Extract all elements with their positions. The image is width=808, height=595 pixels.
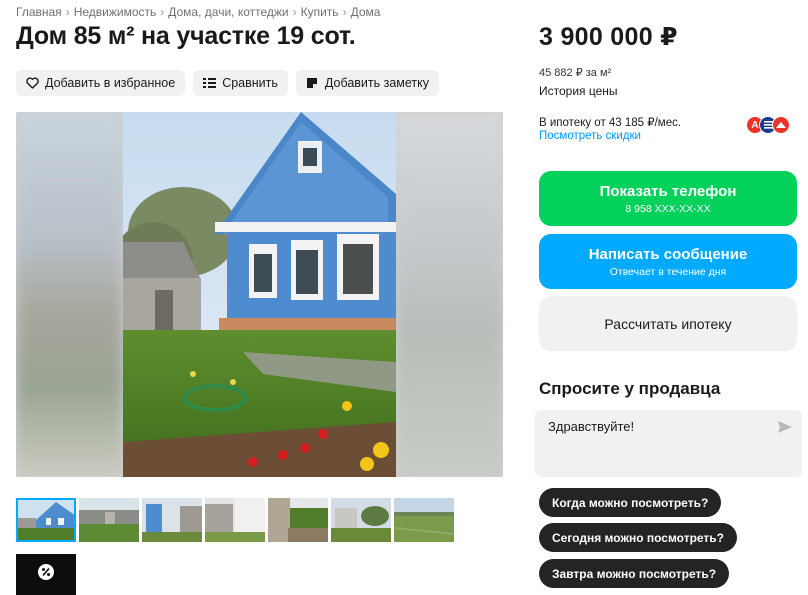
listing-actions: Добавить в избранное Сравнить Добавить з… bbox=[16, 70, 440, 96]
quick-question-chip[interactable]: Сегодня можно посмотреть? bbox=[539, 523, 738, 552]
breadcrumb-item-home[interactable]: Главная bbox=[16, 5, 62, 19]
price: 3 900 000 ₽ bbox=[539, 23, 678, 51]
write-message-label: Написать сообщение bbox=[588, 245, 748, 263]
add-to-favorites-button[interactable]: Добавить в избранное bbox=[16, 70, 186, 96]
quick-question-chip[interactable]: Когда можно посмотреть? bbox=[539, 488, 722, 517]
breadcrumb: Главная › Недвижимость › Дома, дачи, кот… bbox=[16, 5, 380, 19]
photo-gallery[interactable] bbox=[16, 112, 503, 477]
breadcrumb-item-houses[interactable]: Дома bbox=[351, 5, 381, 19]
breadcrumb-separator-icon: › bbox=[292, 5, 297, 19]
add-note-label: Добавить заметку bbox=[324, 76, 430, 90]
breadcrumb-item-buy[interactable]: Купить bbox=[301, 5, 339, 19]
write-message-button[interactable]: Написать сообщение Отвечает в течение дн… bbox=[539, 234, 797, 289]
reply-time-text: Отвечает в течение дня bbox=[609, 265, 727, 278]
compare-icon bbox=[203, 77, 217, 90]
thumbnail-7[interactable] bbox=[394, 498, 454, 542]
seller-message-value: Здравствуйте! bbox=[548, 419, 635, 434]
price-history-link[interactable]: История цены bbox=[539, 84, 618, 98]
breadcrumb-separator-icon: › bbox=[65, 5, 70, 19]
mortgage-text: В ипотеку от 43 185 ₽/мес. bbox=[539, 117, 682, 129]
thumbnail-1[interactable] bbox=[16, 498, 76, 542]
note-icon bbox=[306, 77, 319, 90]
thumbnail-5[interactable] bbox=[268, 498, 328, 542]
quick-question-chip[interactable]: Завтра можно посмотреть? bbox=[539, 559, 730, 588]
breadcrumb-item-realty[interactable]: Недвижимость bbox=[74, 5, 157, 19]
thumbnail-strip bbox=[16, 498, 454, 542]
breadcrumb-separator-icon: › bbox=[160, 5, 165, 19]
thumbnail-4[interactable] bbox=[205, 498, 265, 542]
gallery-blur-left bbox=[16, 112, 123, 477]
gallery-more-button[interactable] bbox=[16, 554, 76, 595]
page-title: Дом 85 м² на участке 19 сот. bbox=[16, 22, 356, 50]
add-note-button[interactable]: Добавить заметку bbox=[295, 70, 440, 96]
calculate-mortgage-button[interactable]: Рассчитать ипотеку bbox=[539, 296, 797, 351]
ask-seller-title: Спросите у продавца bbox=[539, 379, 721, 398]
show-phone-button[interactable]: Показать телефон 8 958 XXX-XX-XX bbox=[539, 171, 797, 226]
compare-button[interactable]: Сравнить bbox=[193, 70, 288, 96]
breadcrumb-separator-icon: › bbox=[342, 5, 347, 19]
phone-number-masked: 8 958 XXX-XX-XX bbox=[625, 202, 711, 215]
discounts-link[interactable]: Посмотреть скидки bbox=[539, 130, 641, 142]
price-per-m2: 45 882 ₽ за м² bbox=[539, 67, 612, 79]
show-phone-label: Показать телефон bbox=[599, 182, 737, 200]
gallery-blur-right bbox=[396, 112, 503, 477]
seller-message-input[interactable]: Здравствуйте! bbox=[535, 410, 802, 477]
calculate-mortgage-label: Рассчитать ипотеку bbox=[604, 315, 732, 332]
sovcombank-icon bbox=[772, 116, 790, 134]
bank-icons: А bbox=[746, 116, 790, 134]
main-photo[interactable] bbox=[123, 112, 396, 477]
thumbnail-6[interactable] bbox=[331, 498, 391, 542]
settings-badge-icon bbox=[37, 563, 55, 586]
thumbnail-3[interactable] bbox=[142, 498, 202, 542]
thumbnail-2[interactable] bbox=[79, 498, 139, 542]
send-icon[interactable] bbox=[778, 420, 792, 438]
heart-icon bbox=[26, 77, 39, 90]
compare-label: Сравнить bbox=[222, 76, 278, 90]
breadcrumb-item-houses-dachas[interactable]: Дома, дачи, коттеджи bbox=[168, 5, 288, 19]
add-to-favorites-label: Добавить в избранное bbox=[45, 76, 176, 90]
